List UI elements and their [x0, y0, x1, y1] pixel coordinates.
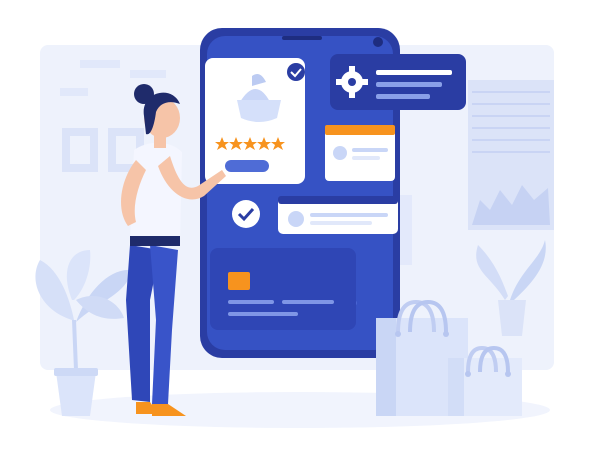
shopping-bag — [448, 345, 522, 416]
camera-icon — [373, 37, 383, 47]
product-card[interactable] — [205, 58, 305, 184]
chat-card[interactable] — [325, 125, 395, 181]
window-right — [468, 80, 554, 230]
check-badge — [232, 200, 260, 228]
avatar-icon — [333, 146, 347, 160]
illustration-stage — [0, 0, 589, 461]
chip-icon — [228, 272, 250, 290]
chat-header — [325, 125, 395, 135]
settings-card[interactable] — [330, 54, 466, 110]
avatar-icon — [288, 211, 304, 227]
speaker-slot — [282, 36, 322, 40]
shirt — [130, 142, 182, 244]
settings-line — [376, 94, 430, 99]
belt — [130, 236, 180, 246]
settings-line — [376, 70, 452, 75]
review-card[interactable] — [278, 196, 398, 234]
mobile-shopping-illustration — [35, 28, 554, 428]
hair-bun — [134, 84, 154, 104]
plant-pot — [56, 372, 96, 416]
buy-button[interactable] — [225, 160, 269, 172]
settings-line — [376, 82, 442, 87]
payment-card[interactable] — [210, 248, 356, 330]
verified-badge — [287, 63, 305, 81]
